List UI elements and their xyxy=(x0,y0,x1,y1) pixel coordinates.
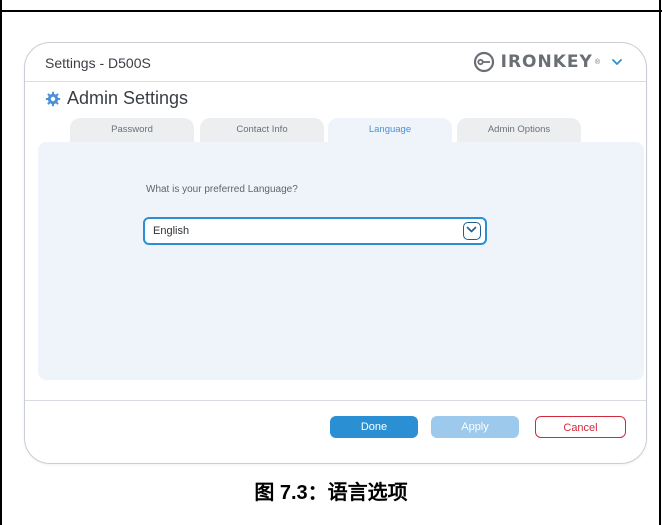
page-title: Admin Settings xyxy=(67,88,189,108)
brand-name: IRONKEY xyxy=(500,52,593,72)
frame-right-border xyxy=(659,0,661,525)
chevron-down-icon[interactable] xyxy=(610,55,624,69)
gear-icon xyxy=(45,91,61,106)
title-bar: Settings - D500S IRONKEY ® xyxy=(25,43,646,81)
figure-caption: 图 7.3：语言选项 xyxy=(254,482,408,504)
brand-registered-mark: ® xyxy=(594,58,600,66)
language-select-value: English xyxy=(153,225,190,237)
language-panel: What is your preferred Language? English xyxy=(38,142,644,380)
title-divider xyxy=(25,81,646,82)
language-question: What is your preferred Language? xyxy=(146,184,298,195)
apply-button[interactable]: Apply xyxy=(431,416,519,438)
section-header: Admin Settings xyxy=(45,88,188,109)
brand-menu[interactable]: IRONKEY ® xyxy=(473,51,624,73)
tab-password[interactable]: Password xyxy=(70,118,194,142)
done-button[interactable]: Done xyxy=(330,416,418,438)
language-select[interactable]: English xyxy=(143,217,487,245)
ironkey-logo-icon xyxy=(473,51,494,73)
cancel-button[interactable]: Cancel xyxy=(535,416,626,438)
tab-contact-info[interactable]: Contact Info xyxy=(200,118,324,142)
window-title: Settings - D500S xyxy=(45,55,151,71)
chevron-down-icon[interactable] xyxy=(463,222,481,240)
frame-left-border xyxy=(0,0,2,525)
tab-language[interactable]: Language xyxy=(328,118,452,142)
footer-divider xyxy=(25,400,646,401)
settings-window: Settings - D500S IRONKEY ® Admin Setting… xyxy=(24,42,647,464)
frame-top-line xyxy=(0,10,662,12)
tab-admin-options[interactable]: Admin Options xyxy=(457,118,581,142)
